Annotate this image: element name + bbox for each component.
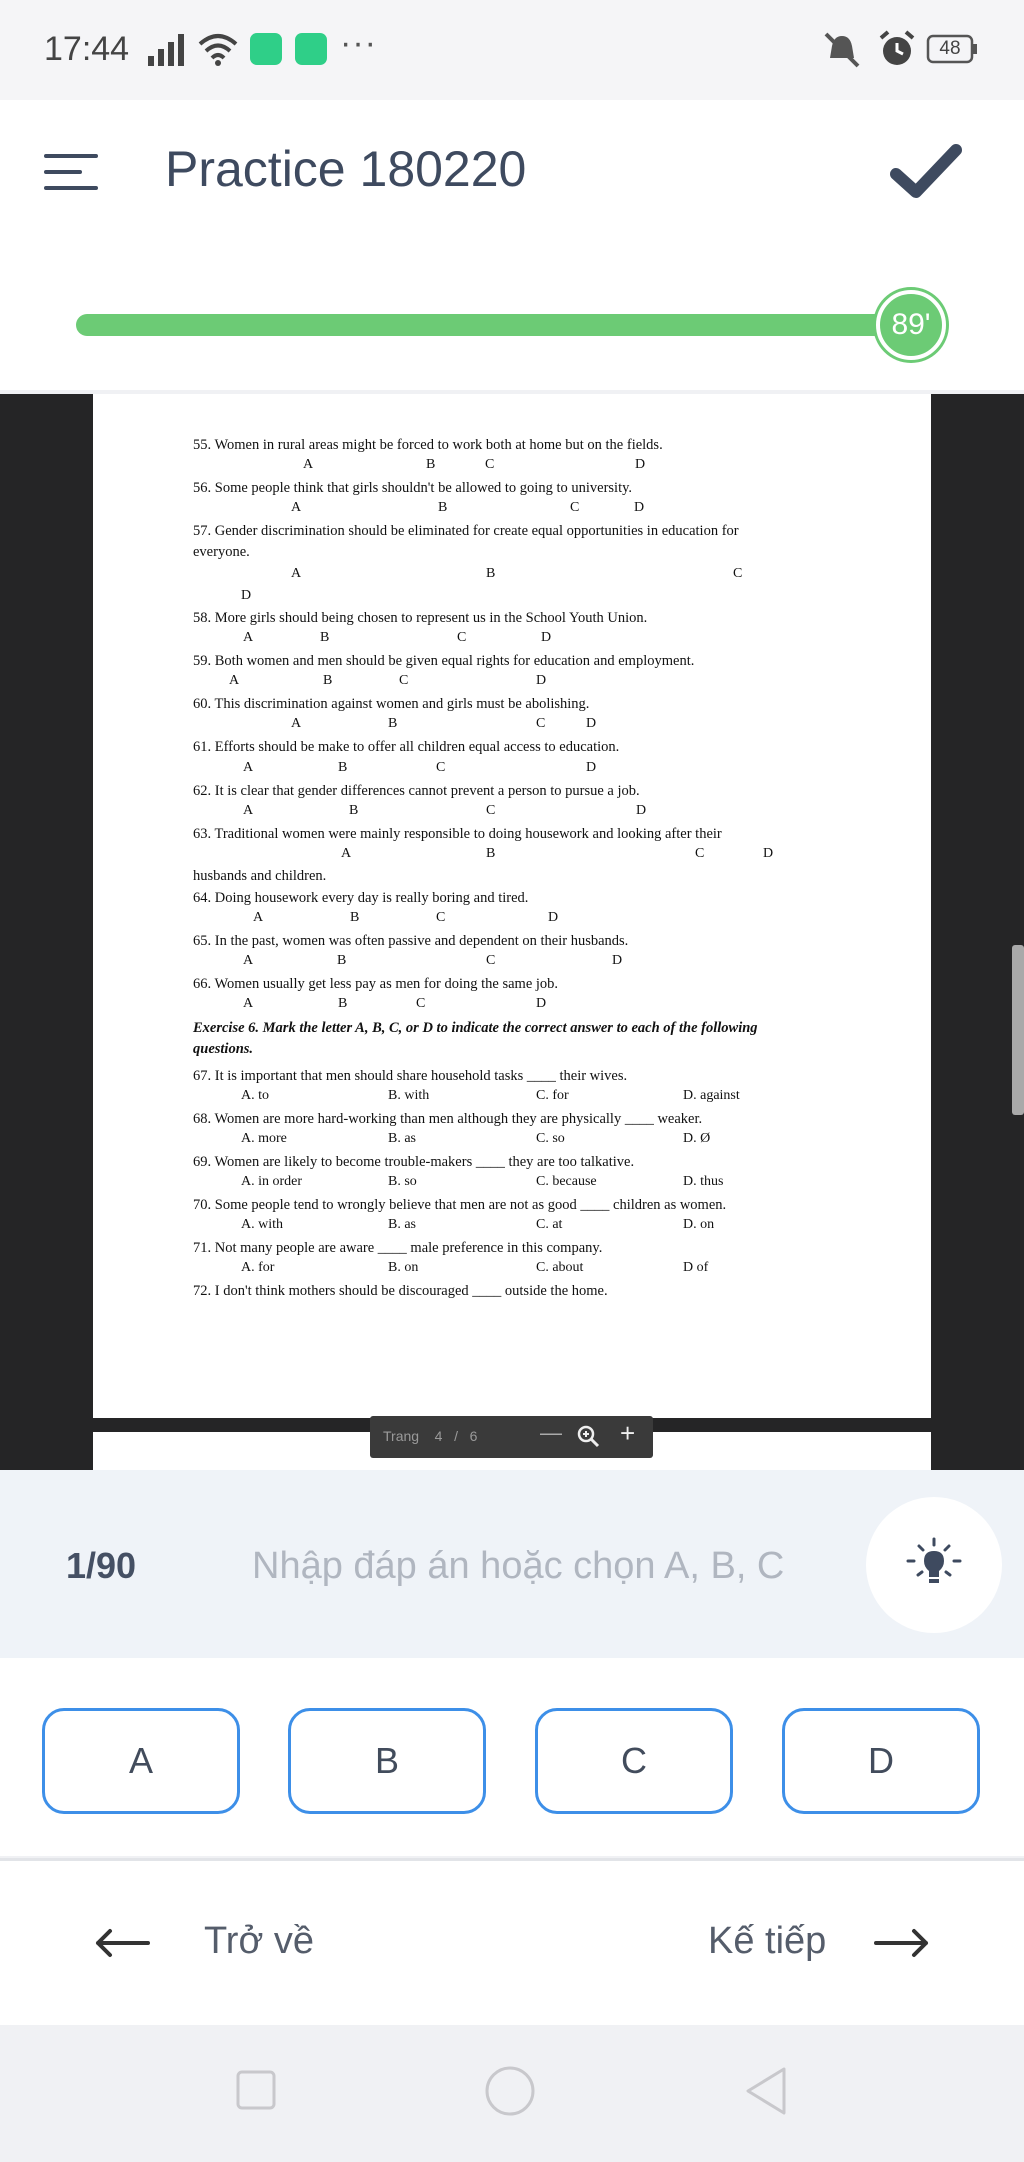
timer-label: 89' bbox=[891, 308, 931, 341]
question-66: 66. Women usually get less pay as men fo… bbox=[193, 976, 559, 992]
pdf-page-indicator: Trang 4 / 6 bbox=[383, 1428, 478, 1444]
system-back-icon[interactable] bbox=[744, 2065, 788, 2117]
exercise-6-heading: Exercise 6. Mark the letter A, B, C, or … bbox=[193, 1020, 758, 1036]
option-c-button[interactable]: C bbox=[535, 1708, 733, 1814]
question-64: 64. Doing housework every day is really … bbox=[193, 890, 529, 906]
question-62: 62. It is clear that gender differences … bbox=[193, 783, 640, 799]
pdf-scrollbar[interactable] bbox=[1012, 945, 1024, 1115]
next-button[interactable]: Kế tiếp bbox=[708, 1920, 826, 1963]
option-a-button[interactable]: A bbox=[42, 1708, 240, 1814]
question-56: 56. Some people think that girls shouldn… bbox=[193, 480, 633, 496]
signal-icon bbox=[148, 34, 184, 66]
home-icon[interactable] bbox=[484, 2065, 536, 2117]
zoom-in-button[interactable]: + bbox=[620, 1418, 635, 1449]
mute-icon bbox=[824, 32, 860, 68]
zoom-out-button[interactable]: — bbox=[540, 1420, 562, 1446]
question-61: 61. Efforts should be make to offer all … bbox=[193, 739, 620, 755]
app-icon bbox=[250, 33, 282, 65]
timer-progress-bar bbox=[76, 314, 940, 336]
chat-icon bbox=[295, 33, 327, 65]
question-68: 68. Women are more hard-working than men… bbox=[193, 1111, 703, 1127]
question-counter: 1/90 bbox=[66, 1545, 137, 1586]
arrow-left-icon[interactable] bbox=[92, 1926, 152, 1960]
battery-level: 48 bbox=[939, 38, 961, 59]
menu-icon[interactable] bbox=[44, 152, 100, 192]
question-57-cont: everyone. bbox=[193, 544, 250, 560]
zoom-icon[interactable] bbox=[576, 1424, 600, 1448]
option-b-button[interactable]: B bbox=[288, 1708, 486, 1814]
page-title: Practice 180220 bbox=[165, 141, 527, 197]
lightbulb-icon[interactable] bbox=[906, 1537, 962, 1593]
submit-check-icon[interactable] bbox=[890, 142, 962, 202]
option-d-button[interactable]: D bbox=[782, 1708, 980, 1814]
recent-apps-icon[interactable] bbox=[236, 2070, 276, 2110]
status-time: 17:44 bbox=[44, 30, 130, 68]
question-71: 71. Not many people are aware ____ male … bbox=[193, 1240, 603, 1256]
question-69: 69. Women are likely to become trouble-m… bbox=[193, 1154, 635, 1170]
pdf-page[interactable]: 55. Women in rural areas might be forced… bbox=[93, 394, 931, 1418]
question-63-cont: husbands and children. bbox=[193, 868, 327, 884]
bottom-nav bbox=[0, 1861, 1024, 2025]
question-58: 58. More girls should being chosen to re… bbox=[193, 610, 648, 626]
wifi-icon bbox=[198, 34, 238, 66]
question-70: 70. Some people tend to wrongly believe … bbox=[193, 1197, 727, 1213]
question-63: 63. Traditional women were mainly respon… bbox=[193, 826, 722, 842]
arrow-right-icon[interactable] bbox=[872, 1926, 932, 1960]
question-72: 72. I don't think mothers should be disc… bbox=[193, 1283, 608, 1299]
question-67: 67. It is important that men should shar… bbox=[193, 1068, 628, 1084]
alarm-icon bbox=[879, 30, 915, 65]
question-60: 60. This discrimination against women an… bbox=[193, 696, 590, 712]
question-65: 65. In the past, women was often passive… bbox=[193, 933, 629, 949]
back-button[interactable]: Trở về bbox=[204, 1920, 314, 1963]
exercise-6-heading-cont: questions. bbox=[193, 1041, 254, 1057]
more-notifications-icon: ··· bbox=[340, 24, 377, 62]
question-57: 57. Gender discrimination should be elim… bbox=[193, 523, 739, 539]
question-59: 59. Both women and men should be given e… bbox=[193, 653, 695, 669]
answer-input[interactable] bbox=[250, 1530, 824, 1602]
question-55: 55. Women in rural areas might be forced… bbox=[193, 437, 663, 453]
